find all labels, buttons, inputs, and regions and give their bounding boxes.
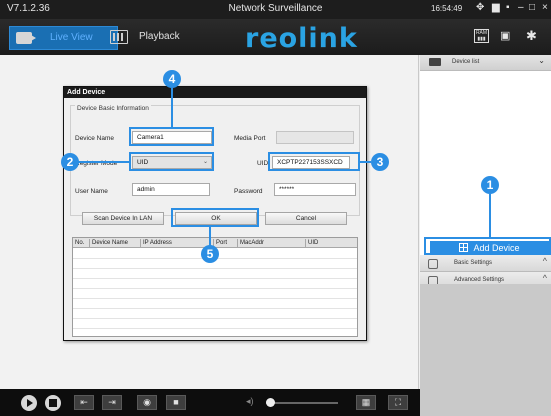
callout-badge-1: 1 [481,176,499,194]
callout-line-4 [171,88,173,128]
callout-badge-2: 2 [61,153,79,171]
brand-logo: reolink [245,23,358,54]
tab-playback-label: Playback [139,31,180,42]
device-list-label: Device list [452,59,480,65]
column-header-device-name[interactable]: Device Name [90,239,141,247]
network-icon[interactable]: ✥ [476,2,484,13]
tab-live-view[interactable]: Live View [9,26,118,50]
minimize-icon[interactable]: – [518,2,524,13]
stop-button[interactable] [45,395,61,411]
tab-playback[interactable]: Playback [107,26,187,50]
column-header-macaddr[interactable]: MacAddr [238,239,306,247]
bottom-toolbar: ⇤ ⇥ ◉ ■ ◂) ▦ ⛶ [0,389,420,416]
record-icon: ■ [173,397,179,407]
table-row [73,268,357,269]
password-label: Password [234,188,263,195]
layout-button[interactable]: ▦ [356,395,376,410]
previous-screen-button[interactable]: ⇤ [74,395,94,410]
table-row [73,308,357,309]
fullscreen-button[interactable]: ⛶ [388,395,408,410]
volume-slider[interactable] [266,402,338,404]
volume-icon: ◂) [246,396,254,406]
close-icon[interactable]: × [542,2,548,13]
basic-settings-section[interactable]: Basic Settings ^ [420,255,551,272]
snapshot-button[interactable]: ◉ [137,395,157,410]
highlight-add-device [424,237,551,255]
screen-icon[interactable]: ▣ [500,29,510,42]
user-name-label: User Name [75,188,108,195]
user-name-field[interactable]: admin [132,183,210,196]
callout-line-2 [76,161,130,163]
callout-line-5 [209,226,211,246]
scan-device-button[interactable]: Scan Device In LAN [82,212,164,225]
callout-badge-3: 3 [371,153,389,171]
basic-settings-label: Basic Settings [454,260,493,266]
ram-label: RAM [475,30,488,36]
chevron-up-icon: ^ [542,273,547,283]
device-name-label: Device Name [75,135,115,142]
highlight-ok-button [171,208,259,227]
column-header-port[interactable]: Port [214,239,238,247]
password-field[interactable]: ****** [274,183,356,196]
user-icon[interactable]: ▆ [492,2,500,13]
device-list-header[interactable]: Device list ⌄ [420,55,551,71]
table-row [73,328,357,329]
header-bar: Live View Playback reolink RAM ▮▮▮ ▣ ✱ [0,19,551,55]
cancel-button[interactable]: Cancel [265,212,347,225]
highlight-device-name [129,127,214,146]
settings-small-icon[interactable]: ▪ [506,2,510,13]
column-header-ip-address[interactable]: IP Address [141,239,214,247]
table-row [73,278,357,279]
media-port-field[interactable] [276,131,354,144]
stop-icon [49,399,57,407]
dialog-title: Add Device [64,87,366,98]
advanced-settings-label: Advanced Settings [454,277,505,283]
uid-label: UID [257,160,269,167]
ram-icon[interactable]: RAM ▮▮▮ [474,29,489,43]
film-icon [110,30,128,44]
table-row [73,288,357,289]
fullscreen-icon: ⛶ [394,397,402,407]
tab-live-view-label: Live View [50,32,93,43]
callout-badge-4: 4 [163,70,181,88]
column-header-uid[interactable]: UID [306,239,357,247]
callout-line-1 [489,194,491,238]
clock: 16:54:49 [431,4,463,13]
column-header-no[interactable]: No. [73,239,90,247]
camera-icon [16,32,36,44]
basic-settings-icon [428,259,438,269]
callout-line-3 [359,161,371,163]
callout-badge-5: 5 [201,245,219,263]
volume-slider-handle[interactable] [266,398,275,407]
device-list-icon [429,58,441,66]
highlight-uid [268,152,360,171]
play-button[interactable] [21,395,37,411]
maximize-icon[interactable]: □ [529,2,535,13]
next-screen-button[interactable]: ⇥ [102,395,122,410]
right-panel: Device list ⌄ Add Device Basic Settings … [420,55,551,416]
play-icon [27,399,33,407]
chevron-down-icon: ⌄ [538,56,545,65]
highlight-register-mode [129,152,214,171]
grid-icon: ▦ [361,397,371,407]
chevron-up-icon: ^ [542,256,547,266]
table-row [73,318,357,319]
camera-snapshot-icon: ◉ [143,397,151,407]
panel-empty-area [420,284,551,416]
record-button[interactable]: ■ [166,395,186,410]
group-title: Device Basic Information [75,105,151,112]
table-row [73,298,357,299]
gear-icon[interactable]: ✱ [526,28,537,44]
title-bar: V7.1.2.36 Network Surveillance 16:54:49 … [0,0,551,19]
window-title: Network Surveillance [228,3,323,14]
media-port-label: Media Port [234,135,266,142]
